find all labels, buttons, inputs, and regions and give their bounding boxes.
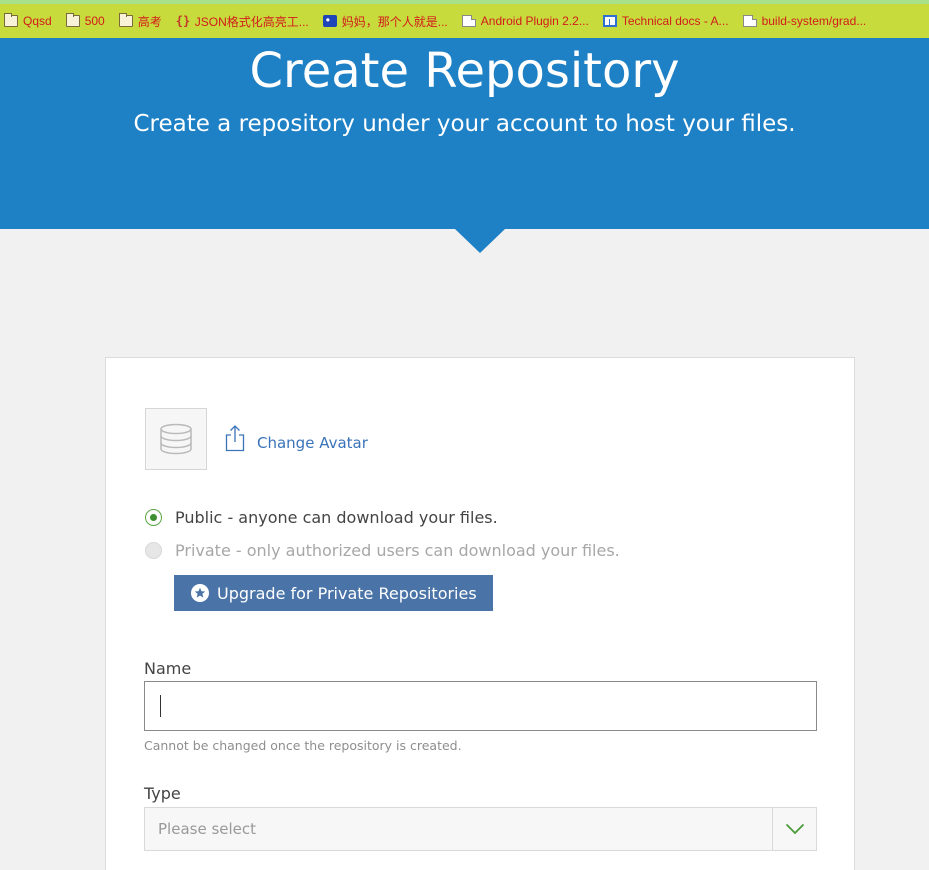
bookmark-gaokao[interactable]: 高考 [118,13,162,30]
folder-icon [118,13,133,27]
bookmark-build-system[interactable]: build-system/grad... [742,14,867,28]
upgrade-button-label: Upgrade for Private Repositories [217,583,477,603]
bookmarks-bar: Qqsd 500 高考 {}JSON格式化高亮工... 妈妈，那个人就是... … [0,0,929,38]
database-icon [160,423,192,455]
visibility-private-option: Private - only authorized users can down… [145,541,620,560]
name-hint: Cannot be changed once the repository is… [144,738,462,753]
braces-icon: {} [175,14,191,28]
text-caret [160,695,161,717]
radio-private [145,542,162,559]
bookmark-technical-docs[interactable]: Technical docs - A... [602,14,729,28]
document-icon [461,15,476,27]
repository-avatar [145,408,207,470]
radio-public[interactable] [145,509,162,526]
visibility-public-option[interactable]: Public - anyone can download your files. [145,508,498,527]
star-icon [191,584,209,602]
page-subtitle: Create a repository under your account t… [133,111,796,137]
page-title: Create Repository [249,43,680,99]
document-icon [742,15,757,27]
folder-icon [4,13,18,27]
chevron-down-icon[interactable] [772,808,816,850]
bookmark-android-plugin[interactable]: Android Plugin 2.2... [461,14,589,28]
folder-icon [65,13,80,27]
upgrade-private-button[interactable]: Upgrade for Private Repositories [174,575,493,611]
header-pointer-arrow [455,229,505,253]
change-avatar-link[interactable]: Change Avatar [225,424,368,452]
type-select-placeholder: Please select [158,820,257,838]
bookmark-label: 妈妈，那个人就是... [341,14,448,29]
bookmark-qqsd[interactable]: Qqsd [4,13,52,28]
type-label: Type [144,784,181,803]
bookmark-label: 高考 [137,14,162,29]
bookmark-label: build-system/grad... [761,14,867,28]
upload-icon [225,425,245,452]
create-repository-form: Change Avatar Public - anyone can downlo… [105,357,855,870]
change-avatar-label: Change Avatar [257,434,368,452]
bookmark-label: JSON格式化高亮工... [194,14,309,29]
bookmark-label: Technical docs - A... [621,14,729,28]
bookmark-json-formatter[interactable]: {} JSON格式化高亮工... [176,13,309,30]
visibility-private-label: Private - only authorized users can down… [175,541,620,560]
page-header: Create Repository Create a repository un… [0,38,929,229]
name-label: Name [144,659,192,678]
bookmark-label: Android Plugin 2.2... [480,14,589,28]
bookmark-label: Qqsd [23,14,52,28]
repository-name-input[interactable] [144,681,817,731]
window-icon [602,15,617,27]
visibility-public-label: Public - anyone can download your files. [175,508,498,527]
bookmark-mama[interactable]: 妈妈，那个人就是... [322,13,448,30]
bookmark-500[interactable]: 500 [65,13,105,28]
bookmark-label: 500 [84,14,105,28]
paw-icon [322,13,337,27]
repository-type-select[interactable]: Please select [144,807,817,851]
